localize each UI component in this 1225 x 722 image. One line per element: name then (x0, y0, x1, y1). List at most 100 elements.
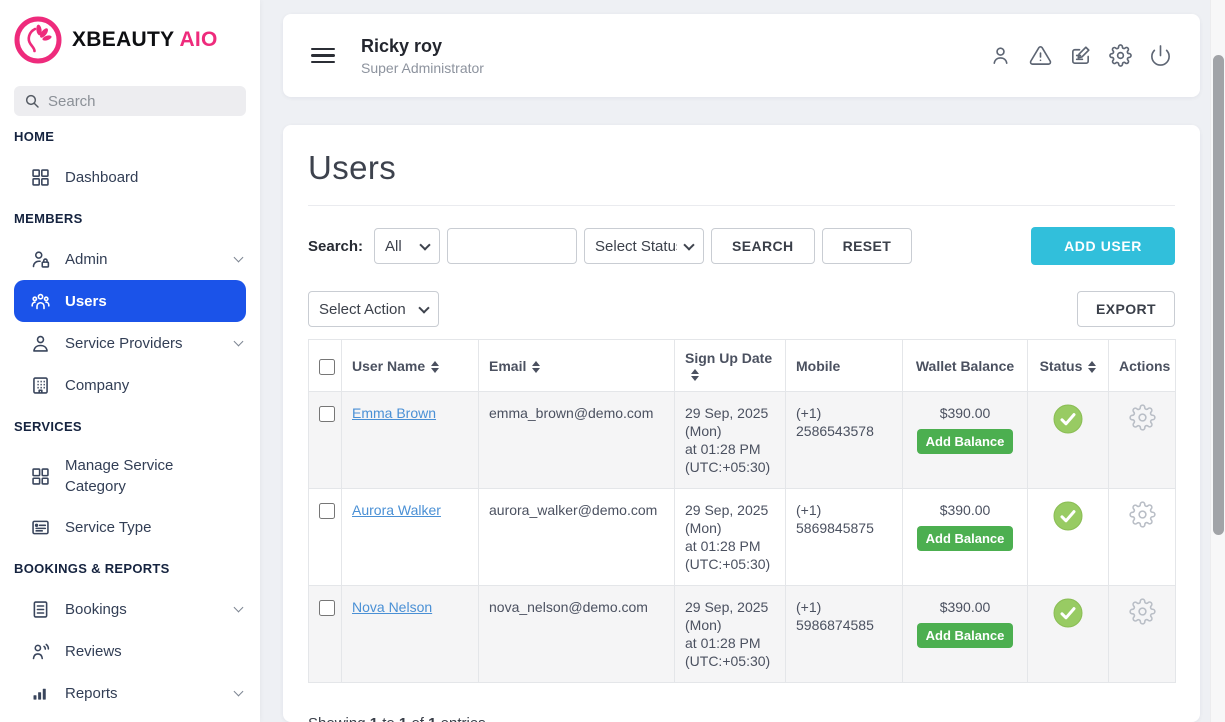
brand-name: XBEAUTY AIO (72, 28, 218, 52)
page-title: Users (308, 149, 1175, 187)
add-user-button[interactable]: ADD USER (1031, 227, 1175, 265)
chevron-down-icon (234, 686, 244, 696)
user-name-link[interactable]: Nova Nelson (352, 599, 432, 615)
select-all-checkbox[interactable] (319, 359, 335, 375)
add-balance-button[interactable]: Add Balance (917, 526, 1014, 551)
row-checkbox[interactable] (319, 600, 335, 616)
export-button[interactable]: EXPORT (1077, 291, 1175, 327)
current-user: Ricky roy Super Administrator (361, 36, 484, 76)
user-email: emma_brown@demo.com (479, 392, 675, 489)
reset-button[interactable]: RESET (822, 228, 913, 264)
entries-summary: Showing 1 to 1 of 1 entries (308, 715, 1175, 722)
users-icon (30, 291, 51, 312)
section-label-members: MEMBERS (14, 211, 246, 226)
signup-date: 29 Sep, 2025 (Mon) at 01:28 PM (UTC:+05:… (675, 586, 786, 683)
status-select[interactable]: Select Status (585, 229, 705, 263)
section-label-services: SERVICES (14, 419, 246, 434)
section-label-bookings-reports: BOOKINGS & REPORTS (14, 561, 246, 576)
status-select-wrap: Select Status (584, 228, 704, 264)
status-active-icon[interactable] (1053, 404, 1083, 434)
reviews-icon (30, 641, 51, 662)
sidebar-item-service-type[interactable]: Service Type (0, 506, 260, 548)
user-mobile: (+1) 5986874585 (786, 586, 903, 683)
alert-icon[interactable] (1029, 44, 1052, 67)
row-checkbox[interactable] (319, 503, 335, 519)
brand-logo-icon (14, 16, 62, 64)
page-scrollbar[interactable] (1210, 0, 1225, 722)
user-name-link[interactable]: Emma Brown (352, 405, 436, 421)
column-mobile: Mobile (786, 340, 903, 392)
search-field-select-wrap: All (374, 228, 440, 264)
table-header-row: User Name Email Sign Up Date Mobile Wall… (309, 340, 1176, 392)
column-email[interactable]: Email (479, 340, 675, 392)
chevron-down-icon (234, 336, 244, 346)
sidebar-item-admin[interactable]: Admin (0, 238, 260, 280)
column-wallet-balance: Wallet Balance (903, 340, 1028, 392)
column-user-name[interactable]: User Name (342, 340, 479, 392)
action-toolbar: Select Action EXPORT (308, 291, 1175, 327)
add-balance-button[interactable]: Add Balance (917, 623, 1014, 648)
table-row: Emma Brown emma_brown@demo.com 29 Sep, 2… (309, 392, 1176, 489)
dashboard-icon (30, 167, 51, 188)
title-divider (308, 205, 1175, 206)
sidebar-item-company[interactable]: Company (0, 364, 260, 406)
sort-icon (431, 361, 439, 373)
sort-icon (1088, 361, 1096, 373)
table-row: Nova Nelson nova_nelson@demo.com 29 Sep,… (309, 586, 1176, 683)
settings-icon[interactable] (1109, 44, 1132, 67)
sidebar-item-dashboard[interactable]: Dashboard (0, 156, 260, 198)
bookings-icon (30, 599, 51, 620)
chevron-down-icon (234, 602, 244, 612)
users-table: User Name Email Sign Up Date Mobile Wall… (308, 339, 1175, 683)
scrollbar-thumb[interactable] (1213, 55, 1224, 535)
notes-edit-icon[interactable] (1069, 44, 1092, 67)
sidebar-item-reports[interactable]: Reports (0, 672, 260, 714)
admin-icon (30, 249, 51, 270)
sidebar-item-reviews[interactable]: Reviews (0, 630, 260, 672)
search-toolbar: Search: All Select Status SEARCH RESET A… (308, 227, 1175, 265)
search-icon (24, 93, 40, 109)
search-button[interactable]: SEARCH (711, 228, 815, 264)
sidebar-item-users[interactable]: Users (14, 280, 246, 322)
service-provider-icon (30, 333, 51, 354)
signup-date: 29 Sep, 2025 (Mon) at 01:28 PM (UTC:+05:… (675, 392, 786, 489)
power-icon[interactable] (1149, 44, 1172, 67)
sidebar-item-manage-service-category[interactable]: Manage Service Category (0, 446, 260, 506)
wallet-balance: $390.00 (913, 404, 1017, 422)
add-balance-button[interactable]: Add Balance (917, 429, 1014, 454)
user-email: nova_nelson@demo.com (479, 586, 675, 683)
user-name-link[interactable]: Aurora Walker (352, 502, 441, 518)
sidebar-search[interactable] (14, 86, 246, 116)
table-row: Aurora Walker aurora_walker@demo.com 29 … (309, 489, 1176, 586)
column-signup-date[interactable]: Sign Up Date (675, 340, 786, 392)
chevron-down-icon (234, 252, 244, 262)
user-mobile: (+1) 2586543578 (786, 392, 903, 489)
column-status[interactable]: Status (1028, 340, 1109, 392)
action-select[interactable]: Select Action (309, 292, 438, 326)
wallet-balance: $390.00 (913, 598, 1017, 616)
company-icon (30, 375, 51, 396)
users-page-card: Users Search: All Select Status SEARCH R… (283, 125, 1200, 722)
search-label: Search: (308, 238, 363, 255)
brand-logo[interactable]: XBEAUTY AIO (0, 0, 260, 64)
sidebar-search-input[interactable] (48, 93, 236, 110)
column-actions: Actions (1109, 340, 1176, 392)
status-active-icon[interactable] (1053, 598, 1083, 628)
row-checkbox[interactable] (319, 406, 335, 422)
sidebar-item-bookings[interactable]: Bookings (0, 588, 260, 630)
search-text-input[interactable] (447, 228, 577, 264)
row-settings-icon[interactable] (1129, 404, 1156, 431)
row-settings-icon[interactable] (1129, 501, 1156, 528)
sidebar-item-service-providers[interactable]: Service Providers (0, 322, 260, 364)
section-label-home: HOME (14, 129, 246, 144)
user-name: Ricky roy (361, 36, 484, 57)
action-select-wrap: Select Action (308, 291, 439, 327)
signup-date: 29 Sep, 2025 (Mon) at 01:28 PM (UTC:+05:… (675, 489, 786, 586)
search-field-select[interactable]: All (375, 229, 439, 263)
status-active-icon[interactable] (1053, 501, 1083, 531)
user-role: Super Administrator (361, 60, 484, 76)
profile-icon[interactable] (989, 44, 1012, 67)
menu-toggle-button[interactable] (311, 48, 335, 64)
row-settings-icon[interactable] (1129, 598, 1156, 625)
user-mobile: (+1) 5869845875 (786, 489, 903, 586)
